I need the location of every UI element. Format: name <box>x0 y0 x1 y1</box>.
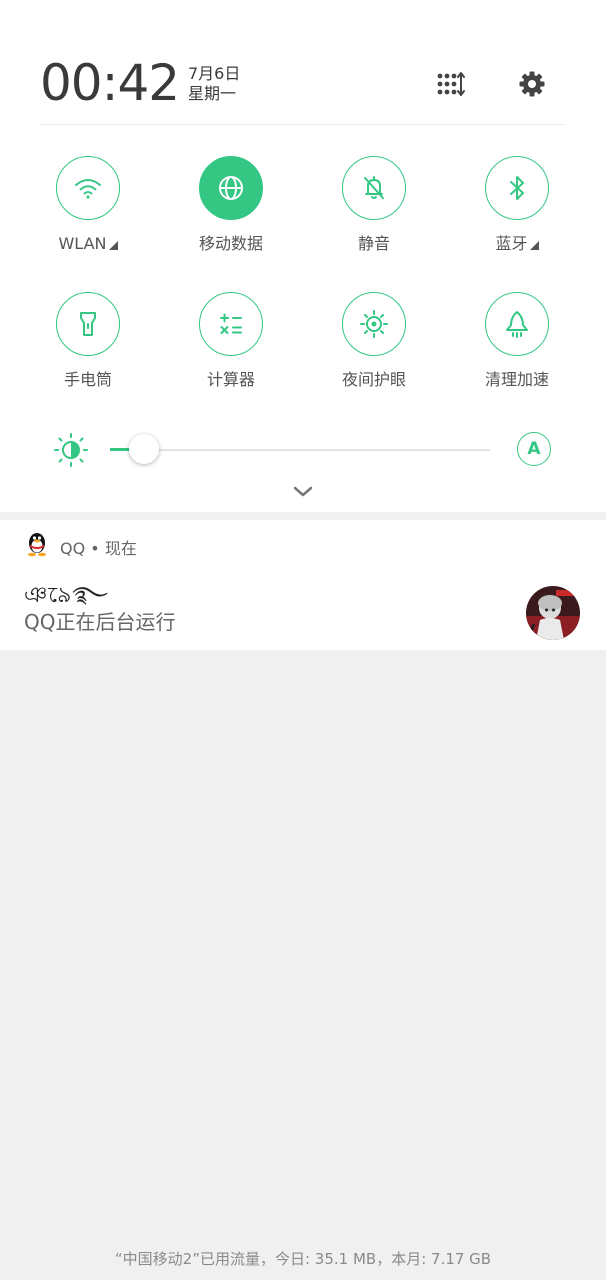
settings-gear-icon[interactable] <box>514 66 550 102</box>
clock-time[interactable]: 00:42 <box>40 52 180 114</box>
tile-eye-comfort-label: 夜间护眼 <box>341 370 406 389</box>
tile-calculator-label: 计算器 <box>206 370 255 389</box>
tile-cleanup-label: 清理加速 <box>484 370 549 389</box>
tile-cleanup[interactable]: 清理加速 <box>462 292 572 390</box>
notification-app-name: QQ <box>60 539 86 558</box>
tile-silent[interactable]: 静音 <box>319 156 429 254</box>
notification-time: 现在 <box>104 539 137 558</box>
notification-header: QQ • 现在 <box>60 535 137 559</box>
bluetooth-icon[interactable] <box>485 156 549 220</box>
flashlight-icon[interactable] <box>56 292 120 356</box>
calculator-icon[interactable] <box>199 292 263 356</box>
tile-label: WLAN <box>33 234 143 254</box>
submenu-indicator-icon <box>108 241 118 250</box>
avatar <box>526 586 580 640</box>
notification-text: QQ正在后台运行 <box>24 610 176 634</box>
tile-bluetooth-label: 蓝牙 <box>495 234 528 253</box>
notification-card[interactable]: QQ • 现在 ঞ৯ে࿐ QQ正在后台运行 <box>0 520 606 650</box>
globe-icon[interactable] <box>199 156 263 220</box>
rocket-icon[interactable] <box>485 292 549 356</box>
auto-brightness-button[interactable]: A <box>517 432 551 466</box>
bell-off-icon[interactable] <box>342 156 406 220</box>
date-text: 7月6日 <box>188 64 241 83</box>
tile-mobile-data-label: 移动数据 <box>198 234 263 253</box>
submenu-indicator-icon <box>529 241 539 250</box>
notification-separator: • <box>90 539 100 558</box>
tile-flashlight-label: 手电筒 <box>63 370 112 389</box>
quick-settings-panel: 00:42 7月6日 星期一 WLAN 移动数据 静音 蓝牙 手电筒 计算器 夜… <box>0 0 606 512</box>
tile-wlan[interactable]: WLAN <box>33 156 143 254</box>
wifi-icon[interactable] <box>56 156 120 220</box>
weekday-text: 星期一 <box>188 84 237 103</box>
data-usage-footer: “中国移动2”已用流量，今日: 35.1 MB，本月: 7.17 GB <box>114 1250 492 1268</box>
chevron-down-icon[interactable] <box>291 484 315 504</box>
edit-tiles-icon[interactable] <box>433 66 469 102</box>
tile-bluetooth[interactable]: 蓝牙 <box>462 156 572 254</box>
tile-label: 蓝牙 <box>462 234 572 254</box>
qq-penguin-icon <box>26 531 48 561</box>
header-divider <box>40 124 566 125</box>
brightness-icon <box>53 432 89 472</box>
tile-silent-label: 静音 <box>357 234 390 253</box>
brightness-slider-thumb[interactable] <box>129 434 160 464</box>
tile-mobile-data[interactable]: 移动数据 <box>176 156 286 254</box>
eye-comfort-icon[interactable] <box>342 292 406 356</box>
tile-calculator[interactable]: 计算器 <box>176 292 286 390</box>
tile-flashlight[interactable]: 手电筒 <box>33 292 143 390</box>
brightness-slider-track[interactable] <box>110 449 490 451</box>
date-block[interactable]: 7月6日 星期一 <box>188 64 240 104</box>
tile-eye-comfort[interactable]: 夜间护眼 <box>319 292 429 390</box>
tile-wlan-label: WLAN <box>58 234 107 253</box>
